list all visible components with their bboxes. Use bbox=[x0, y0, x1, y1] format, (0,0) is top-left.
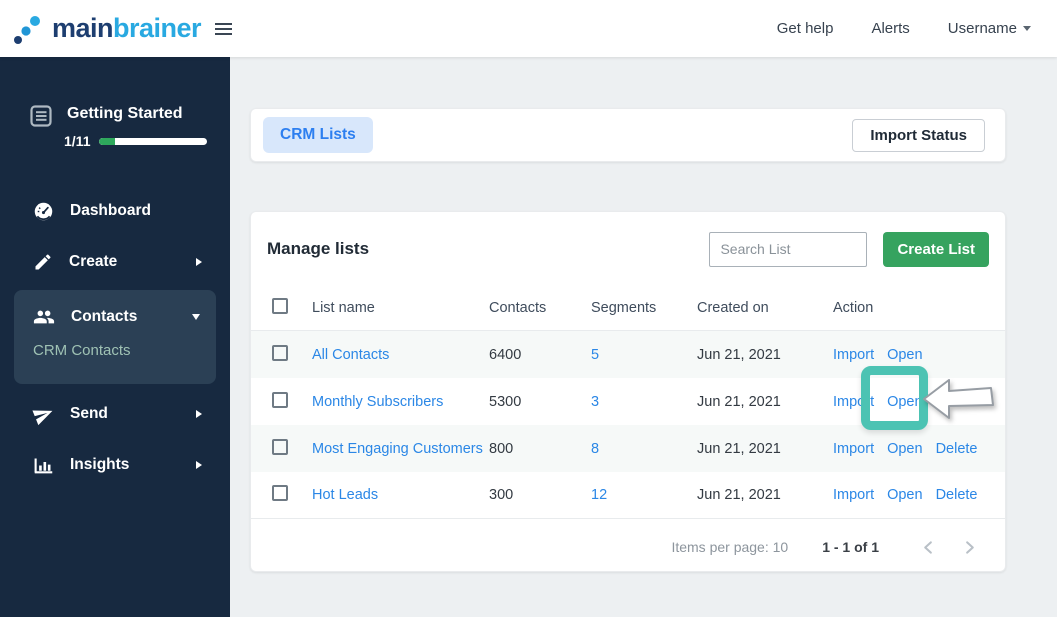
contacts-count: 800 bbox=[489, 440, 514, 457]
import-link[interactable]: Import bbox=[833, 441, 874, 457]
progress-count: 1/11 bbox=[64, 133, 91, 149]
delete-link[interactable]: Delete bbox=[936, 487, 978, 503]
table-row: Most Engaging Customers 800 8 Jun 21, 20… bbox=[251, 425, 1005, 472]
people-icon bbox=[33, 306, 55, 328]
paper-plane-icon bbox=[32, 404, 54, 425]
list-name-link[interactable]: Hot Leads bbox=[312, 487, 489, 503]
column-header-list-name: List name bbox=[312, 300, 375, 316]
items-per-page-value: 10 bbox=[772, 539, 789, 555]
column-header-segments: Segments bbox=[591, 300, 657, 316]
segments-link[interactable]: 12 bbox=[591, 487, 697, 503]
menu-icon[interactable] bbox=[215, 22, 233, 35]
import-link[interactable]: Import bbox=[833, 347, 874, 363]
pencil-icon bbox=[33, 252, 53, 272]
page-range-label: 1 - 1 of 1 bbox=[822, 539, 879, 555]
bar-chart-icon bbox=[33, 455, 54, 476]
tab-crm-lists[interactable]: CRM Lists bbox=[263, 117, 373, 153]
next-page-button[interactable] bbox=[962, 540, 977, 555]
chevron-right-icon bbox=[966, 540, 974, 554]
column-header-contacts: Contacts bbox=[489, 300, 547, 316]
row-checkbox[interactable] bbox=[272, 344, 288, 361]
sidebar-item-insights[interactable]: Insights bbox=[0, 448, 230, 482]
chevron-right-icon bbox=[196, 410, 202, 418]
import-link[interactable]: Import bbox=[833, 487, 874, 503]
created-on-date: Jun 21, 2021 bbox=[697, 487, 781, 503]
manage-lists-card: Manage lists Create List List name Conta… bbox=[250, 211, 1006, 572]
table-row: All Contacts 6400 5 Jun 21, 2021 Import … bbox=[251, 331, 1005, 378]
select-all-checkbox[interactable] bbox=[272, 298, 288, 314]
import-status-button[interactable]: Import Status bbox=[852, 118, 985, 152]
search-input[interactable] bbox=[709, 231, 868, 267]
list-name-link[interactable]: Most Engaging Customers bbox=[312, 441, 489, 457]
dashboard-gauge-icon bbox=[33, 201, 54, 222]
column-header-created-on: Created on bbox=[697, 300, 769, 316]
page-title: Manage lists bbox=[267, 239, 370, 258]
progress-bar bbox=[99, 137, 208, 145]
username-menu[interactable]: Username bbox=[948, 20, 1031, 37]
contacts-count: 5300 bbox=[489, 393, 522, 410]
segments-link[interactable]: 3 bbox=[591, 394, 697, 410]
chevron-right-icon bbox=[196, 258, 202, 266]
table-header-row: List name Contacts Segments Created on A… bbox=[251, 286, 1005, 331]
table-paginator: Items per page: 10 1 - 1 of 1 bbox=[251, 519, 1005, 575]
top-header-bar: mainbrainer Get help Alerts Username bbox=[0, 0, 1057, 57]
open-link[interactable]: Open bbox=[887, 347, 922, 363]
chevron-right-icon bbox=[196, 461, 202, 469]
sidebar-contacts-panel: Contacts CRM Contacts bbox=[14, 290, 216, 384]
previous-page-button[interactable] bbox=[921, 540, 936, 555]
segments-link[interactable]: 8 bbox=[591, 441, 697, 457]
sidebar-item-dashboard[interactable]: Dashboard bbox=[0, 194, 230, 228]
tabs-card: CRM Lists Import Status bbox=[250, 108, 1006, 162]
getting-started-label: Getting Started bbox=[67, 105, 183, 122]
chevron-down-icon bbox=[192, 314, 200, 320]
table-row: Hot Leads 300 12 Jun 21, 2021 Import Ope… bbox=[251, 472, 1005, 519]
row-checkbox[interactable] bbox=[272, 391, 288, 408]
caret-down-icon bbox=[1023, 26, 1031, 31]
import-link[interactable]: Import bbox=[833, 394, 874, 410]
sidebar-item-contacts[interactable]: Contacts bbox=[14, 300, 216, 334]
sidebar: Getting Started 1/11 Dashboard Create Co… bbox=[0, 57, 230, 617]
sidebar-item-getting-started[interactable]: Getting Started bbox=[30, 105, 183, 127]
delete-link[interactable]: Delete bbox=[936, 441, 978, 457]
sidebar-item-send[interactable]: Send bbox=[0, 397, 230, 431]
created-on-date: Jun 21, 2021 bbox=[697, 440, 781, 457]
get-help-link[interactable]: Get help bbox=[777, 20, 834, 37]
getting-started-progress: 1/11 bbox=[64, 133, 208, 149]
created-on-date: Jun 21, 2021 bbox=[697, 393, 781, 410]
row-checkbox[interactable] bbox=[272, 485, 288, 501]
create-list-button[interactable]: Create List bbox=[883, 231, 989, 267]
created-on-date: Jun 21, 2021 bbox=[697, 346, 781, 363]
column-header-action: Action bbox=[833, 300, 874, 316]
logo[interactable]: mainbrainer bbox=[10, 10, 202, 48]
row-checkbox[interactable] bbox=[272, 438, 288, 455]
segments-link[interactable]: 5 bbox=[591, 347, 697, 363]
open-link[interactable]: Open bbox=[887, 487, 922, 503]
top-nav: Get help Alerts Username bbox=[777, 20, 1057, 37]
table-row: Monthly Subscribers 5300 3 Jun 21, 2021 … bbox=[251, 378, 1005, 425]
items-per-page-label: Items per page: bbox=[671, 539, 769, 555]
open-link[interactable]: Open bbox=[887, 441, 922, 457]
logo-text: mainbrainer bbox=[52, 13, 202, 43]
open-link[interactable]: Open bbox=[887, 394, 922, 410]
chevron-left-icon bbox=[924, 540, 932, 554]
checklist-icon bbox=[30, 105, 52, 127]
list-name-link[interactable]: All Contacts bbox=[312, 347, 489, 363]
contacts-count: 6400 bbox=[489, 346, 522, 363]
sidebar-item-crm-contacts[interactable]: CRM Contacts bbox=[33, 342, 131, 359]
contacts-count: 300 bbox=[489, 487, 514, 503]
list-name-link[interactable]: Monthly Subscribers bbox=[312, 394, 489, 410]
alerts-link[interactable]: Alerts bbox=[871, 20, 909, 37]
sidebar-item-create[interactable]: Create bbox=[0, 245, 230, 279]
logo-dots-icon bbox=[10, 10, 48, 48]
manage-lists-header: Manage lists Create List bbox=[251, 212, 1005, 286]
